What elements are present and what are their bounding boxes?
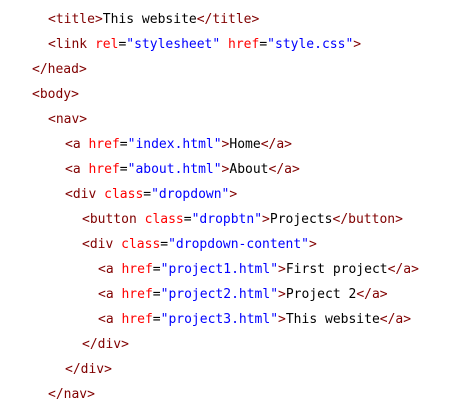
code-text: =: [259, 37, 268, 52]
code-text: This website: [102, 12, 197, 27]
code-tag: <a: [98, 262, 122, 277]
code-view: <title>This website</title> <link rel="s…: [0, 7, 464, 407]
code-tag: </a>: [260, 137, 292, 152]
code-line-body-open: <body>: [0, 82, 464, 107]
code-attribute-name: href: [121, 287, 153, 302]
code-tag: </a>: [379, 312, 412, 327]
code-text: =: [152, 287, 161, 302]
code-line-nav-close: </nav>: [0, 382, 464, 407]
code-tag: >: [278, 287, 286, 302]
code-line-link-stylesheet: <link rel="stylesheet" href="style.css">: [0, 32, 464, 57]
code-tag: >: [309, 237, 317, 252]
code-text: Home: [229, 137, 261, 152]
code-text: =: [152, 312, 161, 327]
code-attribute-value: "project3.html": [160, 312, 279, 327]
code-attribute-value: "dropdown-content": [168, 237, 309, 252]
code-line-dropdown-content-div: <div class="dropdown-content">: [0, 232, 464, 257]
code-attribute-value: "about.html": [127, 162, 222, 177]
code-tag: </head>: [32, 62, 87, 77]
code-tag: <title>: [48, 12, 103, 27]
code-tag: <div: [82, 237, 122, 252]
code-attribute-name: href: [88, 162, 120, 177]
code-line-project2-link: <a href="project2.html">Project 2</a>: [0, 282, 464, 307]
code-tag: >: [229, 187, 238, 202]
code-line-div-close-outer: </div>: [0, 357, 464, 382]
code-attribute-value: "dropdown": [151, 187, 230, 202]
code-tag: <a: [98, 312, 122, 327]
code-tag: </a>: [356, 287, 388, 302]
code-attribute-name: class: [104, 187, 144, 202]
code-text: =: [119, 162, 128, 177]
code-line-home-link: <a href="index.html">Home</a>: [0, 132, 464, 157]
code-text: =: [152, 262, 161, 277]
code-tag: <body>: [32, 87, 79, 102]
code-attribute-value: "stylesheet": [126, 37, 221, 52]
code-attribute-name: rel: [94, 37, 119, 52]
code-attribute-name: href: [228, 37, 260, 52]
code-line-dropdown-div: <div class="dropdown">: [0, 182, 464, 207]
code-tag: <nav>: [48, 112, 88, 127]
code-tag: </nav>: [48, 387, 95, 402]
code-attribute-value: "index.html": [127, 137, 222, 152]
code-tag: <div: [65, 187, 105, 202]
code-tag: >: [278, 262, 286, 277]
code-attribute-name: href: [121, 262, 153, 277]
code-tag: </div>: [65, 362, 112, 377]
code-tag: </title>: [196, 12, 260, 27]
code-tag: <a: [65, 137, 89, 152]
code-line-dropbtn-button: <button class="dropbtn">Projects</button…: [0, 207, 464, 232]
code-tag: <a: [98, 287, 122, 302]
code-attribute-value: "project2.html": [160, 287, 279, 302]
code-attribute-name: class: [144, 212, 184, 227]
code-attribute-name: href: [121, 312, 153, 327]
code-tag: <a: [65, 162, 89, 177]
code-tag: >: [262, 212, 270, 227]
code-tag: </a>: [387, 262, 419, 277]
code-text: =: [119, 137, 128, 152]
code-tag: >: [278, 312, 286, 327]
code-tag: </button>: [332, 212, 403, 227]
code-text: This website: [285, 312, 380, 327]
code-text: =: [183, 212, 192, 227]
code-line-head-close: </head>: [0, 57, 464, 82]
code-text: =: [143, 187, 152, 202]
code-text: First project: [285, 262, 388, 277]
code-line-project1-link: <a href="project1.html">First project</a…: [0, 257, 464, 282]
code-tag: </div>: [82, 337, 129, 352]
code-text: Projects: [269, 212, 333, 227]
code-text: =: [160, 237, 169, 252]
code-text: Project 2: [285, 287, 357, 302]
code-line-div-close-inner: </div>: [0, 332, 464, 357]
code-line-project3-link: <a href="project3.html">This website</a>: [0, 307, 464, 332]
code-attribute-name: href: [88, 137, 120, 152]
code-tag: </a>: [268, 162, 300, 177]
code-attribute-name: class: [121, 237, 161, 252]
code-tag: <button: [82, 212, 145, 227]
code-attribute-value: "project1.html": [160, 262, 279, 277]
code-tag: <link: [48, 37, 95, 52]
code-attribute-value: "dropbtn": [191, 212, 263, 227]
code-attribute-value: "style.css": [267, 37, 354, 52]
code-line-title: <title>This website</title>: [0, 7, 464, 32]
code-line-nav-open: <nav>: [0, 107, 464, 132]
code-line-about-link: <a href="about.html">About</a>: [0, 157, 464, 182]
code-tag: >: [353, 37, 362, 52]
code-text: About: [229, 162, 269, 177]
